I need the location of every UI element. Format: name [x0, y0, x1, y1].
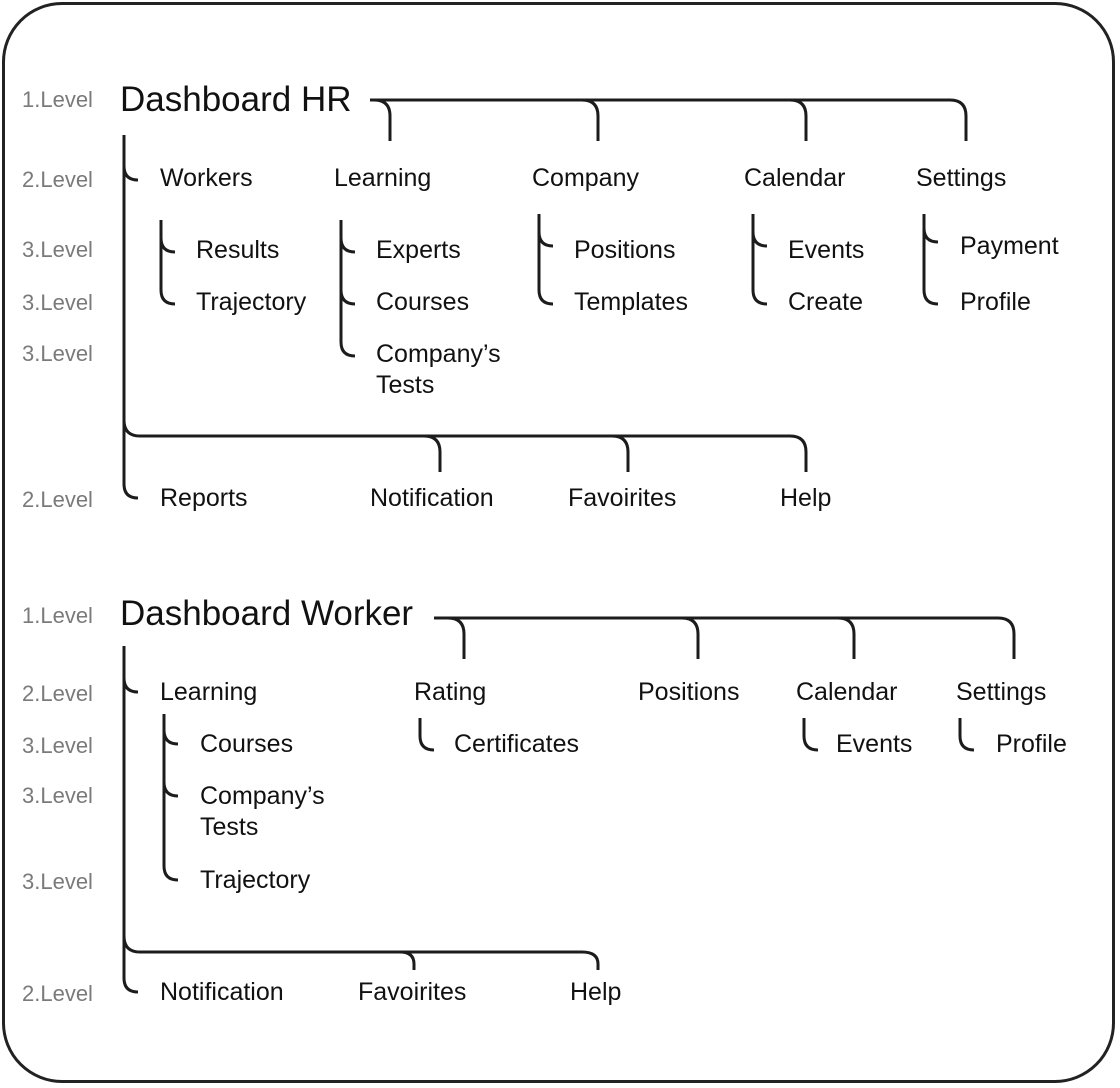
hr-node-help[interactable]: Help: [780, 483, 831, 514]
hr-main-vertical: [122, 135, 139, 500]
hr-node-experts[interactable]: Experts: [376, 235, 461, 266]
worker-main-vertical: [122, 646, 139, 994]
worker-node-rating[interactable]: Rating: [414, 677, 486, 708]
hr-node-results[interactable]: Results: [196, 235, 279, 266]
hr-node-reports[interactable]: Reports: [160, 483, 248, 514]
worker-top-drop-rating: [447, 616, 466, 659]
hr-calendar-bracket: [751, 214, 768, 306]
worker-level-label-1: 1.Level: [22, 603, 93, 628]
hr-bottom-drop-favoirites: [611, 434, 630, 472]
hr-level-label-2b: 2.Level: [22, 487, 93, 512]
worker-level-label-3: 3.Level: [22, 733, 93, 758]
hr-dashboard-title[interactable]: Dashboard HR: [120, 82, 352, 117]
hr-level-label-2: 2.Level: [22, 167, 93, 192]
hr-node-positions[interactable]: Positions: [574, 235, 675, 266]
hr-top-connector: [370, 98, 968, 141]
hr-level-label-3c: 3.Level: [22, 341, 93, 366]
hr-settings-branch-1: [922, 227, 939, 244]
worker-node-notification[interactable]: Notification: [160, 977, 284, 1008]
worker-learning-branch-1: [162, 729, 179, 746]
hr-node-favoirites[interactable]: Favoirites: [568, 483, 676, 514]
worker-node-help[interactable]: Help: [570, 977, 621, 1008]
hr-level-label-3b: 3.Level: [22, 290, 93, 315]
worker-calendar-bracket: [802, 718, 819, 752]
hr-node-notification[interactable]: Notification: [370, 483, 494, 514]
hr-bottom-connector: [122, 419, 808, 472]
hr-learning-branch-1: [339, 237, 356, 254]
worker-settings-bracket: [958, 718, 975, 752]
worker-node-trajectory[interactable]: Trajectory: [200, 865, 310, 896]
hr-workers-branch-1: [159, 237, 176, 254]
worker-top-connector: [434, 616, 1016, 659]
hr-node-trajectory[interactable]: Trajectory: [196, 287, 306, 318]
worker-level-label-3b: 3.Level: [22, 783, 93, 808]
worker-rating-bracket: [418, 718, 435, 752]
hr-top-drop-company: [581, 98, 600, 141]
worker-node-favoirites[interactable]: Favoirites: [358, 977, 466, 1008]
worker-dashboard-title[interactable]: Dashboard Worker: [120, 596, 413, 631]
hr-node-settings[interactable]: Settings: [916, 163, 1006, 194]
worker-level-label-2b: 2.Level: [22, 981, 93, 1006]
worker-node-events[interactable]: Events: [836, 729, 912, 760]
worker-node-profile[interactable]: Profile: [996, 729, 1067, 760]
hr-node-companys-tests[interactable]: Company’s Tests: [376, 339, 526, 401]
hr-branch-workers: [122, 165, 139, 182]
hr-node-create[interactable]: Create: [788, 287, 863, 318]
hr-company-bracket: [537, 214, 554, 306]
worker-bottom-connector: [122, 935, 600, 970]
hr-level-label-3: 3.Level: [22, 237, 93, 262]
worker-node-companys-tests[interactable]: Company’s Tests: [200, 781, 350, 843]
hr-node-payment[interactable]: Payment: [960, 231, 1059, 262]
worker-top-drop-positions: [681, 616, 700, 659]
worker-node-learning[interactable]: Learning: [160, 677, 257, 708]
worker-level-label-2: 2.Level: [22, 681, 93, 706]
hr-learning-branch-2: [339, 289, 356, 306]
worker-learning-branch-2: [162, 781, 179, 798]
hr-calendar-branch-1: [751, 231, 768, 248]
hr-bottom-drop-notification: [423, 434, 442, 472]
hr-settings-bracket: [922, 214, 939, 306]
hr-workers-bracket: [159, 220, 176, 306]
worker-node-courses[interactable]: Courses: [200, 729, 293, 760]
hr-company-branch-1: [537, 231, 554, 248]
hr-node-learning[interactable]: Learning: [334, 163, 431, 194]
worker-node-positions[interactable]: Positions: [638, 677, 739, 708]
worker-bottom-drop-favoirites: [399, 950, 416, 970]
worker-top-drop-calendar: [837, 616, 856, 659]
worker-node-settings[interactable]: Settings: [956, 677, 1046, 708]
hr-node-events[interactable]: Events: [788, 235, 864, 266]
hr-learning-bracket: [339, 220, 356, 358]
hr-node-courses[interactable]: Courses: [376, 287, 469, 318]
hr-node-workers[interactable]: Workers: [160, 163, 253, 194]
hr-node-calendar[interactable]: Calendar: [744, 163, 845, 194]
worker-node-calendar[interactable]: Calendar: [796, 677, 897, 708]
hr-node-company[interactable]: Company: [532, 163, 639, 194]
hr-top-drop-learning: [373, 98, 392, 141]
hr-node-templates[interactable]: Templates: [574, 287, 688, 318]
worker-level-label-3c: 3.Level: [22, 869, 93, 894]
hr-top-drop-calendar: [789, 98, 808, 141]
hr-node-profile[interactable]: Profile: [960, 287, 1031, 318]
worker-node-certificates[interactable]: Certificates: [454, 729, 579, 760]
hr-level-label-1: 1.Level: [22, 87, 93, 112]
worker-branch-learning: [122, 677, 139, 694]
